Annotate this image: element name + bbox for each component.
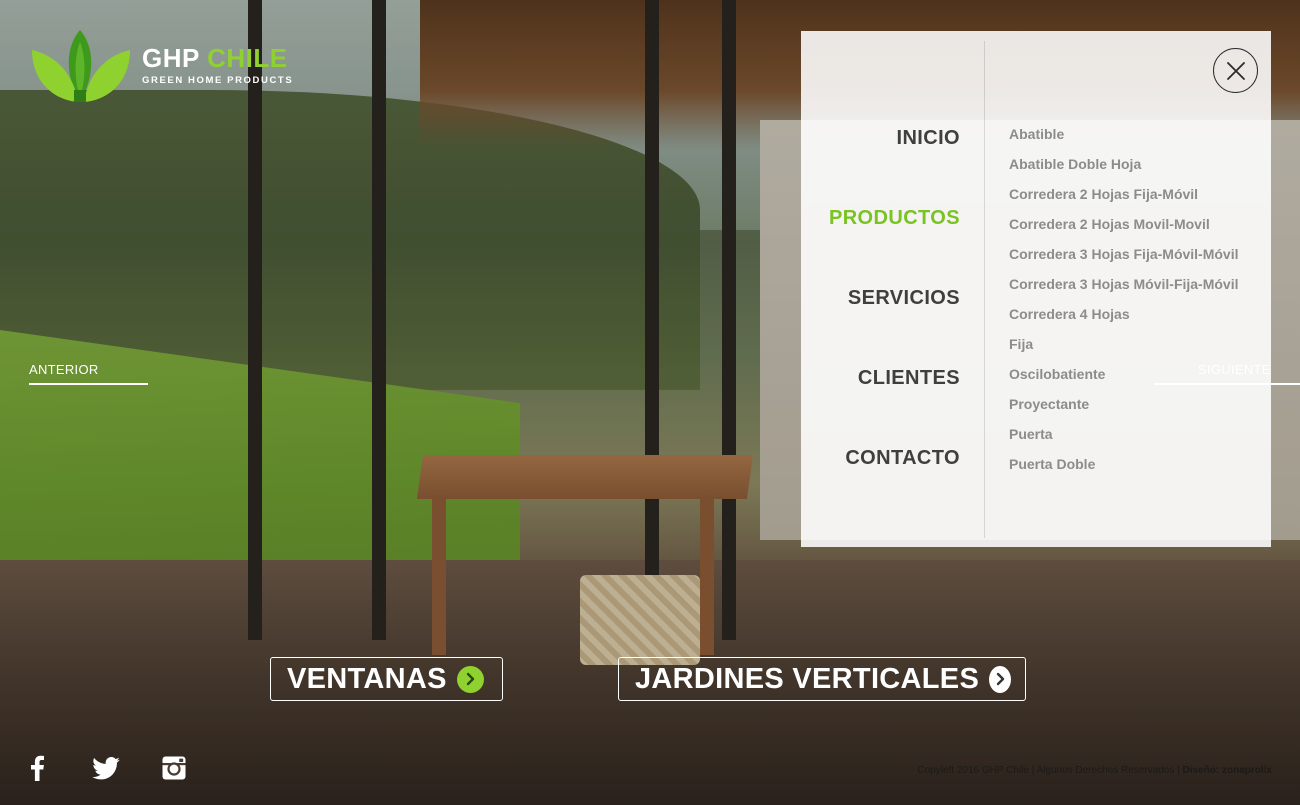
nav-item-contacto[interactable]: CONTACTO (845, 447, 960, 470)
arrow-right-circle-icon (456, 665, 484, 693)
ventanas-button-label: VENTANAS (287, 662, 447, 695)
submenu-item-abatible[interactable]: Abatible (1009, 125, 1239, 155)
submenu-item-puerta[interactable]: Puerta (1009, 425, 1239, 455)
submenu-item-corredera-3-movil-fija-movil[interactable]: Corredera 3 Hojas Móvil-Fija-Móvil (1009, 275, 1239, 305)
submenu-item-abatible-doble-hoja[interactable]: Abatible Doble Hoja (1009, 155, 1239, 185)
menu-divider (984, 41, 985, 538)
previous-slide-link[interactable]: ANTERIOR (29, 362, 148, 385)
jardines-verticales-button[interactable]: JARDINES VERTICALES (618, 657, 1026, 701)
submenu-item-corredera-2-movil-movil[interactable]: Corredera 2 Hojas Movil-Movil (1009, 215, 1239, 245)
copyright-text: Copyleft 2016 GHP Chile | Algunos Derech… (917, 765, 1272, 776)
submenu-item-fija[interactable]: Fija (1009, 335, 1239, 365)
nav-item-servicios[interactable]: SERVICIOS (848, 287, 960, 310)
nav-item-clientes[interactable]: CLIENTES (858, 367, 960, 390)
close-icon (1226, 61, 1245, 80)
ventanas-button[interactable]: VENTANAS (270, 657, 503, 701)
logo-name-accent: CHILE (207, 42, 288, 73)
submenu-item-corredera-3-fija-movil-movil[interactable]: Corredera 3 Hojas Fija-Móvil-Móvil (1009, 245, 1239, 275)
arrow-right-circle-icon (989, 665, 1011, 693)
design-label: Diseño: (1182, 765, 1220, 776)
submenu-item-proyectante[interactable]: Proyectante (1009, 395, 1239, 425)
leaf-logo-icon (32, 30, 130, 102)
logo-name: GHP (142, 42, 200, 73)
nav-item-inicio[interactable]: INICIO (896, 127, 960, 150)
products-submenu: Abatible Abatible Doble Hoja Corredera 2… (1009, 125, 1239, 485)
site-logo[interactable]: GHP CHILE GREEN HOME PRODUCTS (28, 28, 293, 104)
facebook-icon[interactable] (26, 754, 48, 782)
twitter-icon[interactable] (92, 754, 120, 782)
navigation-menu-overlay: INICIO PRODUCTOS SERVICIOS CLIENTES CONT… (801, 31, 1271, 547)
jardines-verticales-button-label: JARDINES VERTICALES (635, 662, 980, 695)
instagram-icon[interactable] (160, 754, 188, 782)
submenu-item-oscilobatiente[interactable]: Oscilobatiente (1009, 365, 1239, 395)
submenu-item-corredera-4-hojas[interactable]: Corredera 4 Hojas (1009, 305, 1239, 335)
nav-item-productos[interactable]: PRODUCTOS (829, 207, 960, 230)
copyright-notice: Copyleft 2016 GHP Chile | Algunos Derech… (917, 765, 1180, 776)
submenu-item-corredera-2-fija-movil[interactable]: Corredera 2 Hojas Fija-Móvil (1009, 185, 1239, 215)
design-credit-link[interactable]: zonaprolix (1222, 765, 1272, 776)
close-menu-button[interactable] (1213, 48, 1258, 93)
submenu-item-puerta-doble[interactable]: Puerta Doble (1009, 455, 1239, 485)
logo-tagline: GREEN HOME PRODUCTS (142, 74, 294, 86)
